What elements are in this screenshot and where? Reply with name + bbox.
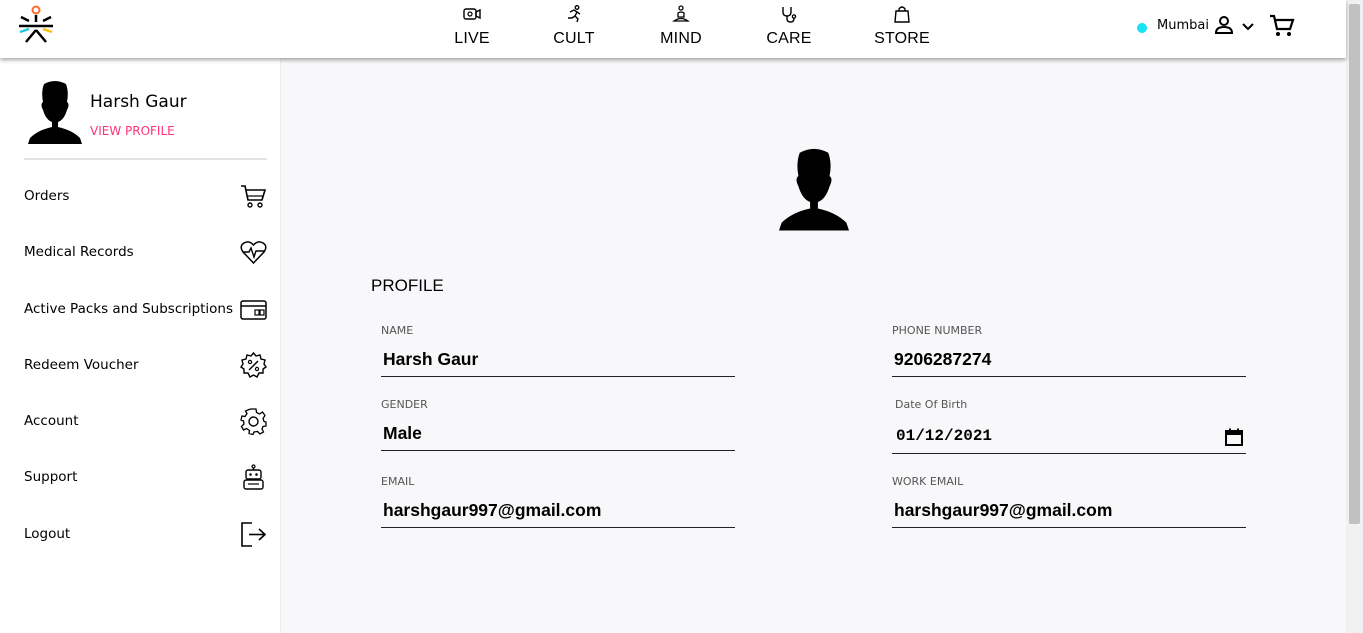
sidebar-divider (24, 158, 267, 160)
card-icon (240, 299, 267, 320)
phone-field[interactable]: 9206287274 (892, 345, 1246, 377)
sidebar-item-active-packs[interactable]: Active Packs and Subscriptions (24, 291, 267, 327)
app-root: LIVE CULT MIND CARE STORE Mumbai Harsh G… (0, 0, 1363, 633)
sidebar-item-orders[interactable]: Orders (24, 178, 267, 214)
page-scrollbar[interactable] (1346, 0, 1363, 633)
nav-live[interactable]: LIVE (453, 4, 491, 48)
name-label: NAME (381, 324, 414, 337)
city-status-dot (1137, 23, 1147, 33)
sidebar: Harsh Gaur VIEW PROFILE Orders Medical R… (0, 58, 281, 633)
chevron-down-icon[interactable] (1240, 18, 1256, 34)
shopping-bag-icon (894, 6, 910, 23)
avatar-icon (779, 148, 849, 231)
video-camera-icon (463, 8, 481, 20)
phone-label: PHONE NUMBER (892, 324, 983, 337)
dob-value: 01/12/2021 (896, 427, 993, 445)
sidebar-item-logout[interactable]: Logout (24, 516, 267, 552)
nav-care[interactable]: CARE (766, 4, 812, 48)
top-header: LIVE CULT MIND CARE STORE Mumbai (0, 0, 1346, 58)
name-field[interactable]: Harsh Gaur (381, 345, 735, 377)
cult-logo-icon[interactable] (17, 4, 55, 46)
sidebar-item-label: Active Packs and Subscriptions (24, 301, 234, 317)
cart-icon (241, 184, 267, 208)
gender-field[interactable]: Male (381, 419, 735, 451)
sidebar-item-label: Logout (24, 526, 71, 542)
scrollbar-thumb[interactable] (1349, 4, 1360, 524)
nav-live-label: LIVE (454, 30, 490, 47)
city-selector[interactable]: Mumbai (1157, 18, 1209, 33)
stethoscope-icon (782, 7, 797, 23)
sidebar-item-support[interactable]: Support (24, 459, 267, 495)
gear-icon (240, 407, 267, 435)
sidebar-item-redeem-voucher[interactable]: Redeem Voucher (24, 347, 267, 383)
section-title: PROFILE (371, 276, 444, 295)
profile-name: Harsh Gaur (90, 92, 187, 112)
nav-cult-label: CULT (553, 30, 595, 47)
sidebar-item-label: Account (24, 413, 79, 429)
nav-store[interactable]: STORE (874, 4, 930, 48)
sidebar-item-label: Support (24, 469, 78, 485)
work-email-field[interactable]: harshgaur997@gmail.com (892, 496, 1246, 528)
sidebar-item-label: Redeem Voucher (24, 357, 139, 373)
user-icon[interactable] (1212, 13, 1236, 37)
work-email-label: WORK EMAIL (892, 475, 964, 488)
nav-care-label: CARE (766, 30, 812, 47)
sidebar-item-label: Medical Records (24, 244, 134, 260)
running-person-icon (568, 5, 581, 23)
nav-mind-label: MIND (660, 30, 702, 47)
heart-pulse-icon (240, 240, 267, 264)
nav-cult[interactable]: CULT (553, 4, 595, 48)
view-profile-link[interactable]: VIEW PROFILE (90, 124, 175, 138)
robot-icon (243, 463, 264, 490)
nav-mind[interactable]: MIND (659, 4, 703, 48)
nav-store-label: STORE (874, 30, 930, 47)
dob-label: Date Of Birth (895, 398, 968, 411)
profile-main: PROFILE NAME Harsh Gaur PHONE NUMBER 920… (281, 58, 1346, 633)
sidebar-item-label: Orders (24, 188, 70, 204)
logout-icon (241, 521, 267, 547)
gender-label: GENDER (381, 398, 428, 411)
email-label: EMAIL (381, 475, 415, 488)
calendar-icon[interactable] (1224, 427, 1244, 447)
voucher-percent-icon (240, 351, 267, 378)
dob-field[interactable]: 01/12/2021 (892, 422, 1246, 454)
avatar-icon (28, 81, 82, 144)
email-field[interactable]: harshgaur997@gmail.com (381, 496, 735, 528)
sidebar-item-account[interactable]: Account (24, 403, 267, 439)
sidebar-item-medical-records[interactable]: Medical Records (24, 234, 267, 270)
cart-icon[interactable] (1268, 12, 1296, 40)
meditation-icon (671, 5, 691, 22)
